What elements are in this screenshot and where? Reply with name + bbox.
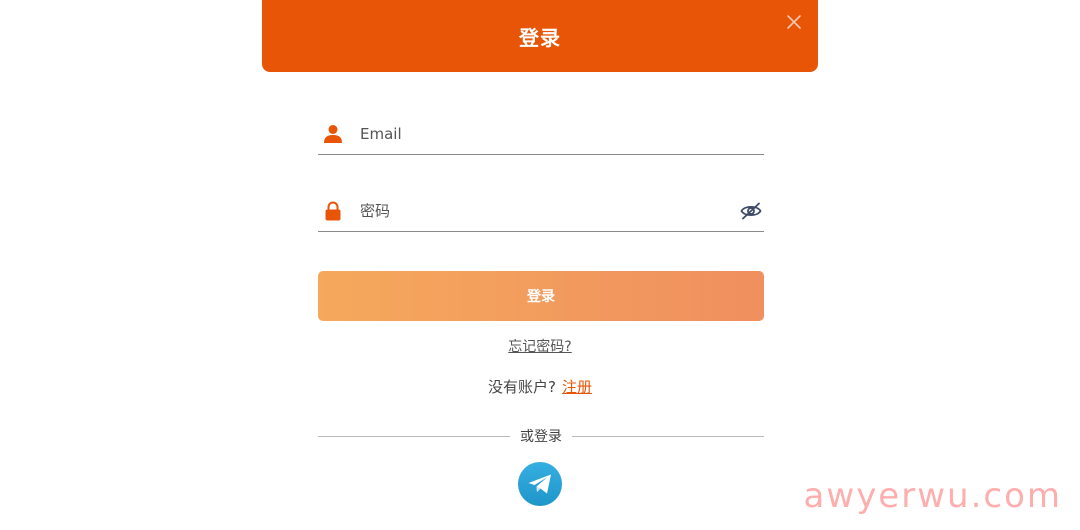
divider-label: 或登录 (520, 429, 562, 445)
signup-prompt: 没有账户? (488, 378, 556, 396)
login-button[interactable]: 登录 (318, 271, 764, 321)
close-button[interactable] (782, 10, 806, 34)
forgot-password-row: 忘记密码? (262, 336, 818, 356)
telegram-login-button[interactable] (518, 462, 562, 506)
signup-row: 没有账户? 注册 (262, 376, 818, 397)
user-icon (320, 121, 346, 147)
password-input[interactable] (358, 195, 738, 227)
modal-title: 登录 (519, 25, 561, 50)
divider-line-right (572, 435, 764, 437)
lock-icon (320, 198, 346, 224)
toggle-password-visibility[interactable] (738, 198, 764, 224)
eye-off-icon (740, 202, 762, 220)
or-divider: 或登录 (318, 426, 764, 446)
email-field (318, 114, 764, 155)
password-field (318, 191, 764, 232)
email-input[interactable] (358, 118, 764, 150)
signup-link[interactable]: 注册 (562, 378, 592, 396)
watermark: awyerwu.com (803, 476, 1062, 516)
modal-header: 登录 (262, 0, 818, 72)
forgot-password-link[interactable]: 忘记密码? (508, 339, 571, 355)
divider-line-left (318, 435, 510, 437)
close-icon (787, 15, 801, 29)
login-modal: 登录 Email 登录 忘记密码? 没有账户? 注册 或登录 (262, 0, 818, 530)
telegram-icon (528, 474, 551, 494)
